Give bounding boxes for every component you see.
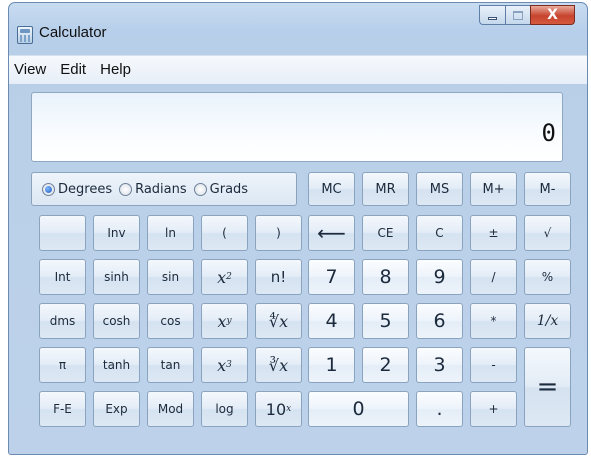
- minimize-icon: [488, 16, 497, 20]
- blank-button: [39, 215, 86, 251]
- close-icon: X: [547, 7, 558, 23]
- x-squared-button[interactable]: x2: [201, 259, 248, 295]
- calculator-app-icon: [17, 26, 33, 44]
- digit-3-button[interactable]: 3: [416, 347, 463, 383]
- menu-edit[interactable]: Edit: [53, 56, 93, 84]
- pi-button[interactable]: π: [39, 347, 86, 383]
- reciprocal-button[interactable]: 1/x: [524, 303, 571, 339]
- menu-bar: View Edit Help: [9, 55, 587, 84]
- c-button[interactable]: C: [416, 215, 463, 251]
- close-button[interactable]: X: [530, 5, 575, 25]
- display-value: 0: [541, 119, 556, 147]
- equals-button[interactable]: =: [524, 347, 571, 427]
- sin-button[interactable]: sin: [147, 259, 194, 295]
- add-button[interactable]: +: [470, 391, 517, 427]
- radio-degrees[interactable]: Degrees: [42, 182, 112, 197]
- x-cubed-base: x: [217, 355, 227, 375]
- ten-power-x-button[interactable]: 10 x: [255, 391, 302, 427]
- log-button[interactable]: log: [201, 391, 248, 427]
- caption-buttons: X: [479, 5, 575, 25]
- tanh-button[interactable]: tanh: [93, 347, 140, 383]
- menu-view[interactable]: View: [9, 56, 53, 84]
- cos-button[interactable]: cos: [147, 303, 194, 339]
- backspace-button[interactable]: ⟵: [308, 215, 355, 251]
- radio-radians-label: Radians: [135, 181, 187, 197]
- mod-button[interactable]: Mod: [147, 391, 194, 427]
- digit-6-button[interactable]: 6: [416, 303, 463, 339]
- digit-5-button[interactable]: 5: [362, 303, 409, 339]
- sinh-button[interactable]: sinh: [93, 259, 140, 295]
- plus-minus-button[interactable]: ±: [470, 215, 517, 251]
- sqrt-button[interactable]: √: [524, 215, 571, 251]
- title-bar: Calculator X: [9, 3, 587, 55]
- exp-button[interactable]: Exp: [93, 391, 140, 427]
- m-plus-button[interactable]: M+: [470, 172, 517, 206]
- maximize-icon: [513, 10, 523, 20]
- x-power-y-exp: y: [226, 316, 232, 326]
- m-minus-button[interactable]: M-: [524, 172, 571, 206]
- subtract-button[interactable]: -: [470, 347, 517, 383]
- radio-radians-indicator[interactable]: [119, 182, 133, 196]
- angle-mode-group: Degrees Radians Grads: [31, 172, 297, 206]
- digit-1-button[interactable]: 1: [308, 347, 355, 383]
- right-paren-button[interactable]: ): [255, 215, 302, 251]
- radio-grads-indicator[interactable]: [193, 182, 207, 196]
- multiply-button[interactable]: *: [470, 303, 517, 339]
- ce-button[interactable]: CE: [362, 215, 409, 251]
- radio-degrees-label: Degrees: [58, 181, 113, 197]
- percent-button[interactable]: %: [524, 259, 571, 295]
- digit-7-button[interactable]: 7: [308, 259, 355, 295]
- x-squared-base: x: [217, 267, 227, 287]
- tan-button[interactable]: tan: [147, 347, 194, 383]
- y-root-x-button[interactable]: ∜x: [255, 303, 302, 339]
- digit-8-button[interactable]: 8: [362, 259, 409, 295]
- menu-help[interactable]: Help: [93, 56, 138, 84]
- decimal-button[interactable]: .: [416, 391, 463, 427]
- backspace-icon: ⟵: [317, 221, 346, 245]
- int-button[interactable]: Int: [39, 259, 86, 295]
- x-cubed-exp: 3: [226, 360, 232, 370]
- divide-button[interactable]: /: [470, 259, 517, 295]
- radio-degrees-indicator[interactable]: [42, 182, 55, 196]
- digit-9-button[interactable]: 9: [416, 259, 463, 295]
- window-title: Calculator: [39, 24, 107, 41]
- result-display: 0: [31, 92, 563, 162]
- radio-grads-label: Grads: [209, 181, 249, 197]
- ten-power-x-base: 10: [265, 399, 287, 419]
- digit-0-button[interactable]: 0: [308, 391, 409, 427]
- x-squared-exp: 2: [226, 272, 232, 282]
- digit-2-button[interactable]: 2: [362, 347, 409, 383]
- fe-button[interactable]: F-E: [39, 391, 86, 427]
- ln-button[interactable]: ln: [147, 215, 194, 251]
- cube-root-button[interactable]: ∛x: [255, 347, 302, 383]
- factorial-button[interactable]: n!: [255, 259, 302, 295]
- cosh-button[interactable]: cosh: [93, 303, 140, 339]
- digit-4-button[interactable]: 4: [308, 303, 355, 339]
- ms-button[interactable]: MS: [416, 172, 463, 206]
- mr-button[interactable]: MR: [362, 172, 409, 206]
- dms-button[interactable]: dms: [39, 303, 86, 339]
- inv-button[interactable]: Inv: [93, 215, 140, 251]
- maximize-button[interactable]: [505, 5, 530, 25]
- ten-power-x-exp: x: [286, 404, 292, 414]
- x-cubed-button[interactable]: x3: [201, 347, 248, 383]
- radio-radians[interactable]: Radians: [119, 182, 187, 197]
- x-power-y-button[interactable]: xy: [201, 303, 248, 339]
- radio-grads[interactable]: Grads: [193, 181, 249, 197]
- minimize-button[interactable]: [479, 5, 505, 25]
- mc-button[interactable]: MC: [308, 172, 355, 206]
- left-paren-button[interactable]: (: [201, 215, 248, 251]
